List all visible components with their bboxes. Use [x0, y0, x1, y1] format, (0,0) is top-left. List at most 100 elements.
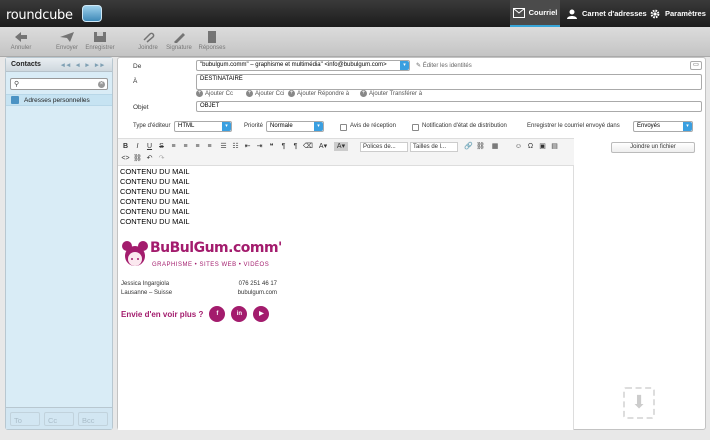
addressbook-label: Adresses personnelles	[24, 96, 90, 104]
save-button[interactable]: Enregistrer	[81, 30, 119, 54]
nav-settings-label: Paramètres	[665, 9, 706, 18]
to-input[interactable]: DESTINATAIRE	[196, 74, 702, 90]
dsn-label: Notification d'état de distribution	[422, 123, 507, 129]
add-followupto-link[interactable]: + Ajouter Transférer à	[360, 90, 422, 97]
cancel-button[interactable]: Annuler	[2, 30, 40, 54]
add-cc-link[interactable]: + Ajouter Cc	[196, 90, 233, 97]
bullet-list-icon[interactable]: ☰	[219, 142, 228, 151]
youtube-icon[interactable]: ▶	[253, 306, 270, 322]
undo-icon[interactable]: ↶	[145, 154, 154, 163]
link-icon[interactable]: 🔗	[464, 142, 473, 151]
nav-settings[interactable]: Paramètres	[649, 0, 706, 27]
chevron-down-icon: ▾	[314, 122, 323, 131]
signature-web: bubulgum.com	[237, 290, 277, 296]
blockquote-icon[interactable]: ❝	[267, 142, 276, 151]
redo-icon[interactable]: ↷	[157, 154, 166, 163]
person-icon	[567, 9, 577, 19]
editor-toolbar: B I U S ≡ ≡ ≡ ≡ ☰ ☷ ⇤ ⇥ ❝ ¶ ¶ ⌫ A▾ A▾ Po…	[118, 138, 574, 166]
image-icon[interactable]: ▣	[538, 142, 547, 151]
receipt-checkbox[interactable]	[340, 124, 347, 131]
align-center-icon[interactable]: ≡	[181, 142, 190, 151]
message-body: CONTENU DU MAIL CONTENU DU MAIL CONTENU …	[120, 167, 190, 227]
media-icon[interactable]: ▤	[550, 142, 559, 151]
document-icon	[208, 31, 216, 43]
edit-identities-link[interactable]: ✎ Éditer les identités	[416, 62, 472, 69]
clear-search-icon[interactable]: ×	[98, 81, 105, 88]
outdent-icon[interactable]: ⇤	[243, 142, 252, 151]
signature-label: Signature	[166, 45, 192, 51]
eraser-icon[interactable]: ⌫	[303, 142, 313, 151]
rtl-icon[interactable]: ¶	[291, 142, 300, 151]
search-replace-icon[interactable]: ⛓	[133, 154, 142, 163]
headers-toggle-icon[interactable]: ▭	[690, 61, 702, 70]
nav-contacts[interactable]: Carnet d'adresses	[566, 0, 647, 27]
align-right-icon[interactable]: ≡	[193, 142, 202, 151]
message-editor[interactable]: CONTENU DU MAIL CONTENU DU MAIL CONTENU …	[118, 166, 574, 430]
priority-select[interactable]: Normale ▾	[266, 121, 324, 132]
editor-type-label: Type d'éditeur	[133, 123, 171, 129]
logo-text: roundcube	[6, 8, 73, 23]
compose-panel: De "bubulgum.comm" – graphisme et multim…	[117, 57, 706, 430]
add-bcc-button[interactable]: Bcc	[78, 412, 108, 426]
indent-icon[interactable]: ⇥	[255, 142, 264, 151]
from-select[interactable]: "bubulgum.comm" – graphisme et multimédi…	[196, 60, 410, 71]
download-drop-icon[interactable]: ⬇	[623, 387, 655, 419]
roundcube-logo[interactable]: roundcube	[6, 4, 106, 24]
priority-value: Normale	[270, 123, 293, 129]
bg-color-icon[interactable]: A▾	[334, 142, 348, 151]
italic-icon[interactable]: I	[133, 142, 142, 151]
save-sent-select[interactable]: Envoyés ▾	[633, 121, 693, 132]
chevron-down-icon: ▾	[400, 61, 409, 70]
align-left-icon[interactable]: ≡	[169, 142, 178, 151]
add-bcc-link[interactable]: + Ajouter Cci	[246, 90, 284, 97]
contacts-header: Contacts ◂◂ ◂ ▸ ▸▸	[6, 58, 112, 72]
font-family-dropdown[interactable]: Polices de...	[360, 142, 408, 152]
priority-label: Priorité	[244, 123, 264, 129]
editor-type-select[interactable]: HTML ▾	[174, 121, 232, 132]
nav-mail-label: Courriel	[528, 8, 558, 17]
plus-icon: +	[246, 90, 253, 97]
body-line: CONTENU DU MAIL	[120, 217, 190, 226]
strikethrough-icon[interactable]: S	[157, 142, 166, 151]
body-line: CONTENU DU MAIL	[120, 207, 190, 216]
special-char-icon[interactable]: Ω	[526, 142, 535, 151]
numbered-list-icon[interactable]: ☷	[231, 142, 240, 151]
addressbook-item[interactable]: Adresses personnelles	[6, 94, 112, 106]
unlink-icon[interactable]: ⛓	[476, 142, 485, 151]
align-justify-icon[interactable]: ≡	[205, 142, 214, 151]
signature-brand: BuBulGum.comm'	[150, 240, 282, 256]
body-line: CONTENU DU MAIL	[120, 167, 190, 176]
recipient-buttons: To Cc Bcc	[6, 407, 112, 429]
top-bar: roundcube Courriel Carnet d'adresses Par…	[0, 0, 710, 27]
plus-icon: +	[196, 90, 203, 97]
facebook-icon[interactable]: f	[209, 306, 226, 322]
add-to-button[interactable]: To	[10, 412, 40, 426]
add-replyto-link[interactable]: + Ajouter Répondre à	[288, 90, 349, 97]
nav-mail[interactable]: Courriel	[510, 0, 560, 27]
responses-button[interactable]: Réponses	[193, 30, 231, 54]
responses-label: Réponses	[198, 45, 226, 51]
text-color-icon[interactable]: A▾	[316, 142, 330, 151]
pager-arrows-icon[interactable]: ◂◂ ◂ ▸ ▸▸	[61, 61, 106, 69]
underline-icon[interactable]: U	[145, 142, 154, 151]
dsn-checkbox[interactable]	[412, 124, 419, 131]
signature-cta: Envie d'en voir plus ? f in ▶	[121, 306, 270, 322]
bold-icon[interactable]: B	[121, 142, 130, 151]
emoticon-icon[interactable]: ☺	[514, 142, 523, 151]
linkedin-icon[interactable]: in	[231, 306, 248, 322]
ltr-icon[interactable]: ¶	[279, 142, 288, 151]
plus-icon: +	[360, 90, 367, 97]
table-icon[interactable]: ▦	[488, 142, 502, 151]
attach-file-button[interactable]: Joindre un fichier	[611, 142, 695, 153]
contact-search-input[interactable]: ⚲ ×	[10, 78, 108, 90]
font-size-dropdown[interactable]: Tailles de l...	[410, 142, 458, 152]
subject-input[interactable]: OBJET	[196, 101, 702, 112]
source-code-icon[interactable]: <>	[121, 154, 130, 163]
receipt-label: Avis de réception	[350, 123, 396, 129]
add-cc-button[interactable]: Cc	[44, 412, 74, 426]
attach-label: Joindre	[138, 45, 158, 51]
send-label: Envoyer	[55, 45, 78, 51]
edit-identities-label: Éditer les identités	[422, 63, 472, 69]
chevron-down-icon: ▾	[222, 122, 231, 131]
search-icon: ⚲	[14, 81, 20, 88]
